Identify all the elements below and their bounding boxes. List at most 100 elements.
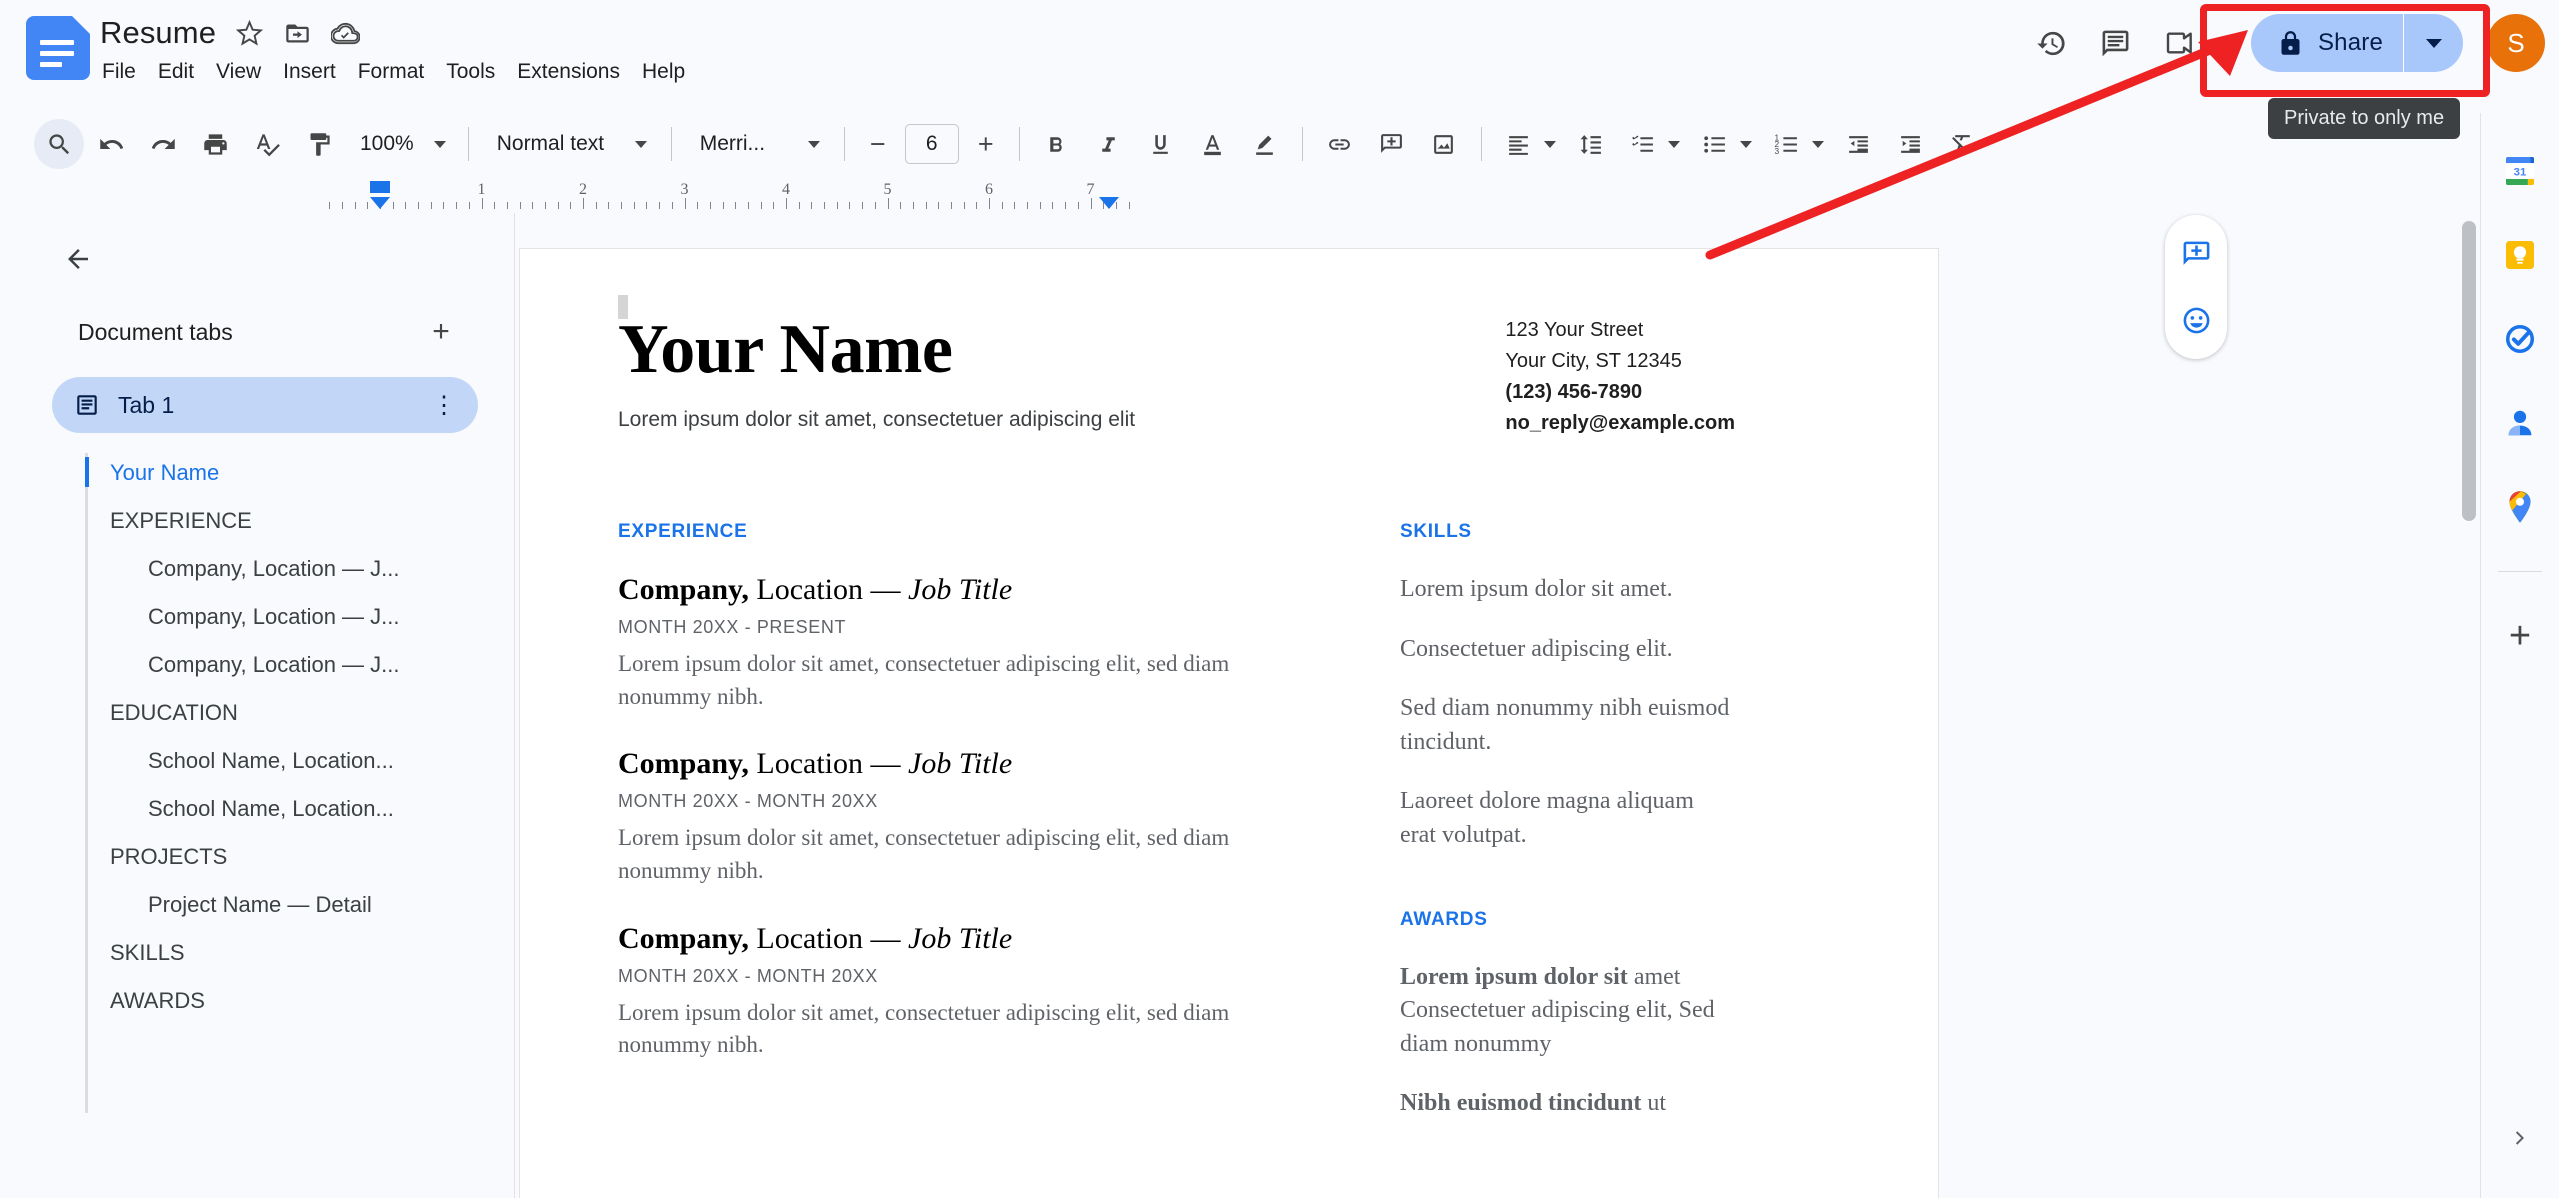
numbered-list-control[interactable]: 132 [1762, 119, 1832, 169]
paint-format-icon[interactable] [294, 119, 344, 169]
horizontal-ruler[interactable]: 1 2 3 4 5 6 7 [0, 175, 2480, 213]
menu-file[interactable]: File [92, 56, 146, 88]
experience-entry-description: Lorem ipsum dolor sit amet, consectetuer… [618, 825, 1230, 883]
expand-panel-icon[interactable] [2498, 1116, 2542, 1160]
checklist-icon[interactable] [1618, 119, 1668, 169]
decrease-indent-icon[interactable] [1834, 119, 1884, 169]
document-canvas[interactable]: Your Name Lorem ipsum dolor sit amet, co… [515, 213, 2480, 1198]
ruler-tick [418, 202, 420, 209]
numbered-list-icon[interactable]: 132 [1762, 119, 1812, 169]
insert-image-icon[interactable] [1419, 119, 1469, 169]
undo-icon[interactable] [86, 119, 136, 169]
star-icon[interactable] [234, 18, 264, 48]
menu-edit[interactable]: Edit [148, 56, 204, 88]
align-control[interactable] [1494, 119, 1564, 169]
meet-dropdown-caret-icon[interactable] [2210, 39, 2225, 47]
increase-font-size-button[interactable]: + [965, 123, 1007, 165]
link-icon[interactable] [1315, 119, 1365, 169]
zoom-level-select[interactable]: 100% [346, 120, 456, 168]
google-tasks-icon[interactable] [2496, 315, 2544, 363]
google-meet-icon[interactable] [2151, 14, 2209, 72]
saved-to-drive-icon[interactable] [330, 18, 360, 48]
menu-insert[interactable]: Insert [273, 56, 346, 88]
menu-extensions[interactable]: Extensions [507, 56, 630, 88]
share-dropdown-button[interactable] [2403, 14, 2463, 72]
document-tab-item[interactable]: Tab 1 ⋮ [52, 377, 478, 433]
search-icon[interactable] [34, 119, 84, 169]
outline-item[interactable]: SKILLS [84, 929, 464, 977]
emoji-reaction-icon[interactable] [2171, 295, 2221, 345]
divider [467, 127, 469, 161]
avatar[interactable]: S [2487, 14, 2545, 72]
share-button[interactable]: Share [2250, 14, 2403, 72]
left-indent-marker[interactable] [370, 197, 390, 209]
font-family-select[interactable]: Merri... [684, 120, 832, 168]
ruler-tick [392, 202, 394, 209]
experience-entry-title: Company, Location — Job Title [618, 747, 1013, 781]
right-indent-marker[interactable] [1098, 197, 1119, 209]
outline-item[interactable]: PROJECTS [84, 833, 464, 881]
move-to-folder-icon[interactable] [282, 18, 312, 48]
outline-item[interactable]: Company, Location — J... [84, 545, 464, 593]
meet-group [2151, 14, 2235, 72]
bulleted-list-icon[interactable] [1690, 119, 1740, 169]
text-color-button[interactable] [1188, 119, 1238, 169]
google-keep-icon[interactable] [2496, 231, 2544, 279]
outline-item[interactable]: EDUCATION [84, 689, 464, 737]
vertical-scrollbar[interactable] [2462, 221, 2476, 521]
highlight-icon[interactable] [1240, 119, 1290, 169]
decrease-font-size-button[interactable]: − [857, 123, 899, 165]
add-comment-icon[interactable] [1367, 119, 1417, 169]
add-comment-icon[interactable] [2171, 229, 2221, 279]
line-spacing-icon[interactable] [1566, 119, 1616, 169]
experience-column: EXPERIENCE Company, Location — Job Title… [618, 521, 1308, 1147]
formatting-toolbar: 100% Normal text Merri... − + [0, 113, 2480, 175]
comment-history-icon[interactable] [2087, 14, 2145, 72]
outline-item[interactable]: School Name, Location... [84, 737, 464, 785]
version-history-icon[interactable] [2023, 14, 2081, 72]
outline-item[interactable]: EXPERIENCE [84, 497, 464, 545]
ruler-tick [874, 202, 876, 209]
outline-item[interactable]: Project Name — Detail [84, 881, 464, 929]
document-page[interactable]: Your Name Lorem ipsum dolor sit amet, co… [520, 249, 1938, 1198]
outline-item[interactable]: Your Name [84, 449, 464, 497]
align-left-icon[interactable] [1494, 119, 1544, 169]
back-arrow-icon[interactable] [50, 231, 106, 287]
menu-help[interactable]: Help [632, 56, 695, 88]
increase-indent-icon[interactable] [1886, 119, 1936, 169]
italic-button[interactable] [1084, 119, 1134, 169]
font-size-input[interactable] [904, 124, 959, 164]
spellcheck-icon[interactable] [242, 119, 292, 169]
redo-icon[interactable] [138, 119, 188, 169]
more-options-icon[interactable]: ⋮ [426, 391, 462, 420]
first-line-indent-marker[interactable] [370, 181, 390, 193]
add-on-plus-icon[interactable]: + [2496, 612, 2544, 660]
ruler-tick [329, 202, 331, 209]
document-title[interactable]: Resume [100, 15, 216, 51]
outline-item[interactable]: AWARDS [84, 977, 464, 1025]
bold-button[interactable] [1032, 119, 1082, 169]
ruler-tick [532, 202, 534, 209]
menu-tools[interactable]: Tools [436, 56, 505, 88]
font-size-stepper: − + [857, 123, 1007, 165]
print-icon[interactable] [190, 119, 240, 169]
outline-item[interactable]: School Name, Location... [84, 785, 464, 833]
google-calendar-icon[interactable]: 31 [2496, 147, 2544, 195]
google-maps-icon[interactable] [2496, 483, 2544, 531]
experience-entry-title: Company, Location — Job Title [618, 921, 1013, 955]
paragraph-style-select[interactable]: Normal text [481, 120, 659, 168]
underline-button[interactable] [1136, 119, 1186, 169]
skills-awards-column: SKILLS Lorem ipsum dolor sit amet. Consec… [1400, 521, 1730, 1147]
checklist-control[interactable] [1618, 119, 1688, 169]
chevron-down-icon [1543, 140, 1556, 148]
outline-item[interactable]: Company, Location — J... [84, 593, 464, 641]
google-contacts-icon[interactable] [2496, 399, 2544, 447]
menu-format[interactable]: Format [348, 56, 435, 88]
menu-view[interactable]: View [206, 56, 271, 88]
add-tab-icon[interactable]: + [418, 309, 464, 355]
outline-item[interactable]: Company, Location — J... [84, 641, 464, 689]
ruler-tick [900, 202, 902, 209]
ruler-tick [976, 202, 978, 209]
clear-formatting-icon[interactable] [1938, 119, 1988, 169]
bulleted-list-control[interactable] [1690, 119, 1760, 169]
